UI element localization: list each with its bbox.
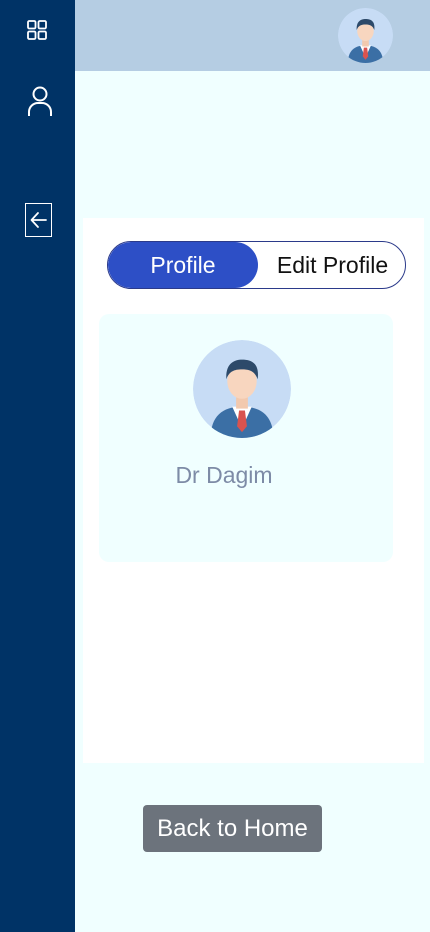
sidebar (0, 0, 75, 932)
profile-tab-toggle: Profile Edit Profile (107, 241, 406, 289)
top-bar (75, 0, 430, 71)
profile-name: Dr Dagim (175, 462, 273, 488)
tab-profile[interactable]: Profile (108, 242, 258, 288)
tab-edit-profile[interactable]: Edit Profile (258, 242, 405, 288)
profile-summary: Dr Dagim (99, 314, 393, 562)
grid-icon[interactable] (23, 16, 51, 44)
doctor-avatar-icon (193, 340, 291, 438)
back-to-home-button[interactable]: Back to Home (143, 805, 322, 852)
user-icon[interactable] (26, 86, 54, 116)
profile-card: Profile Edit Profile Dr Dagim (83, 218, 424, 763)
arrow-left-icon[interactable] (25, 203, 52, 237)
doctor-avatar-icon[interactable] (338, 8, 393, 63)
